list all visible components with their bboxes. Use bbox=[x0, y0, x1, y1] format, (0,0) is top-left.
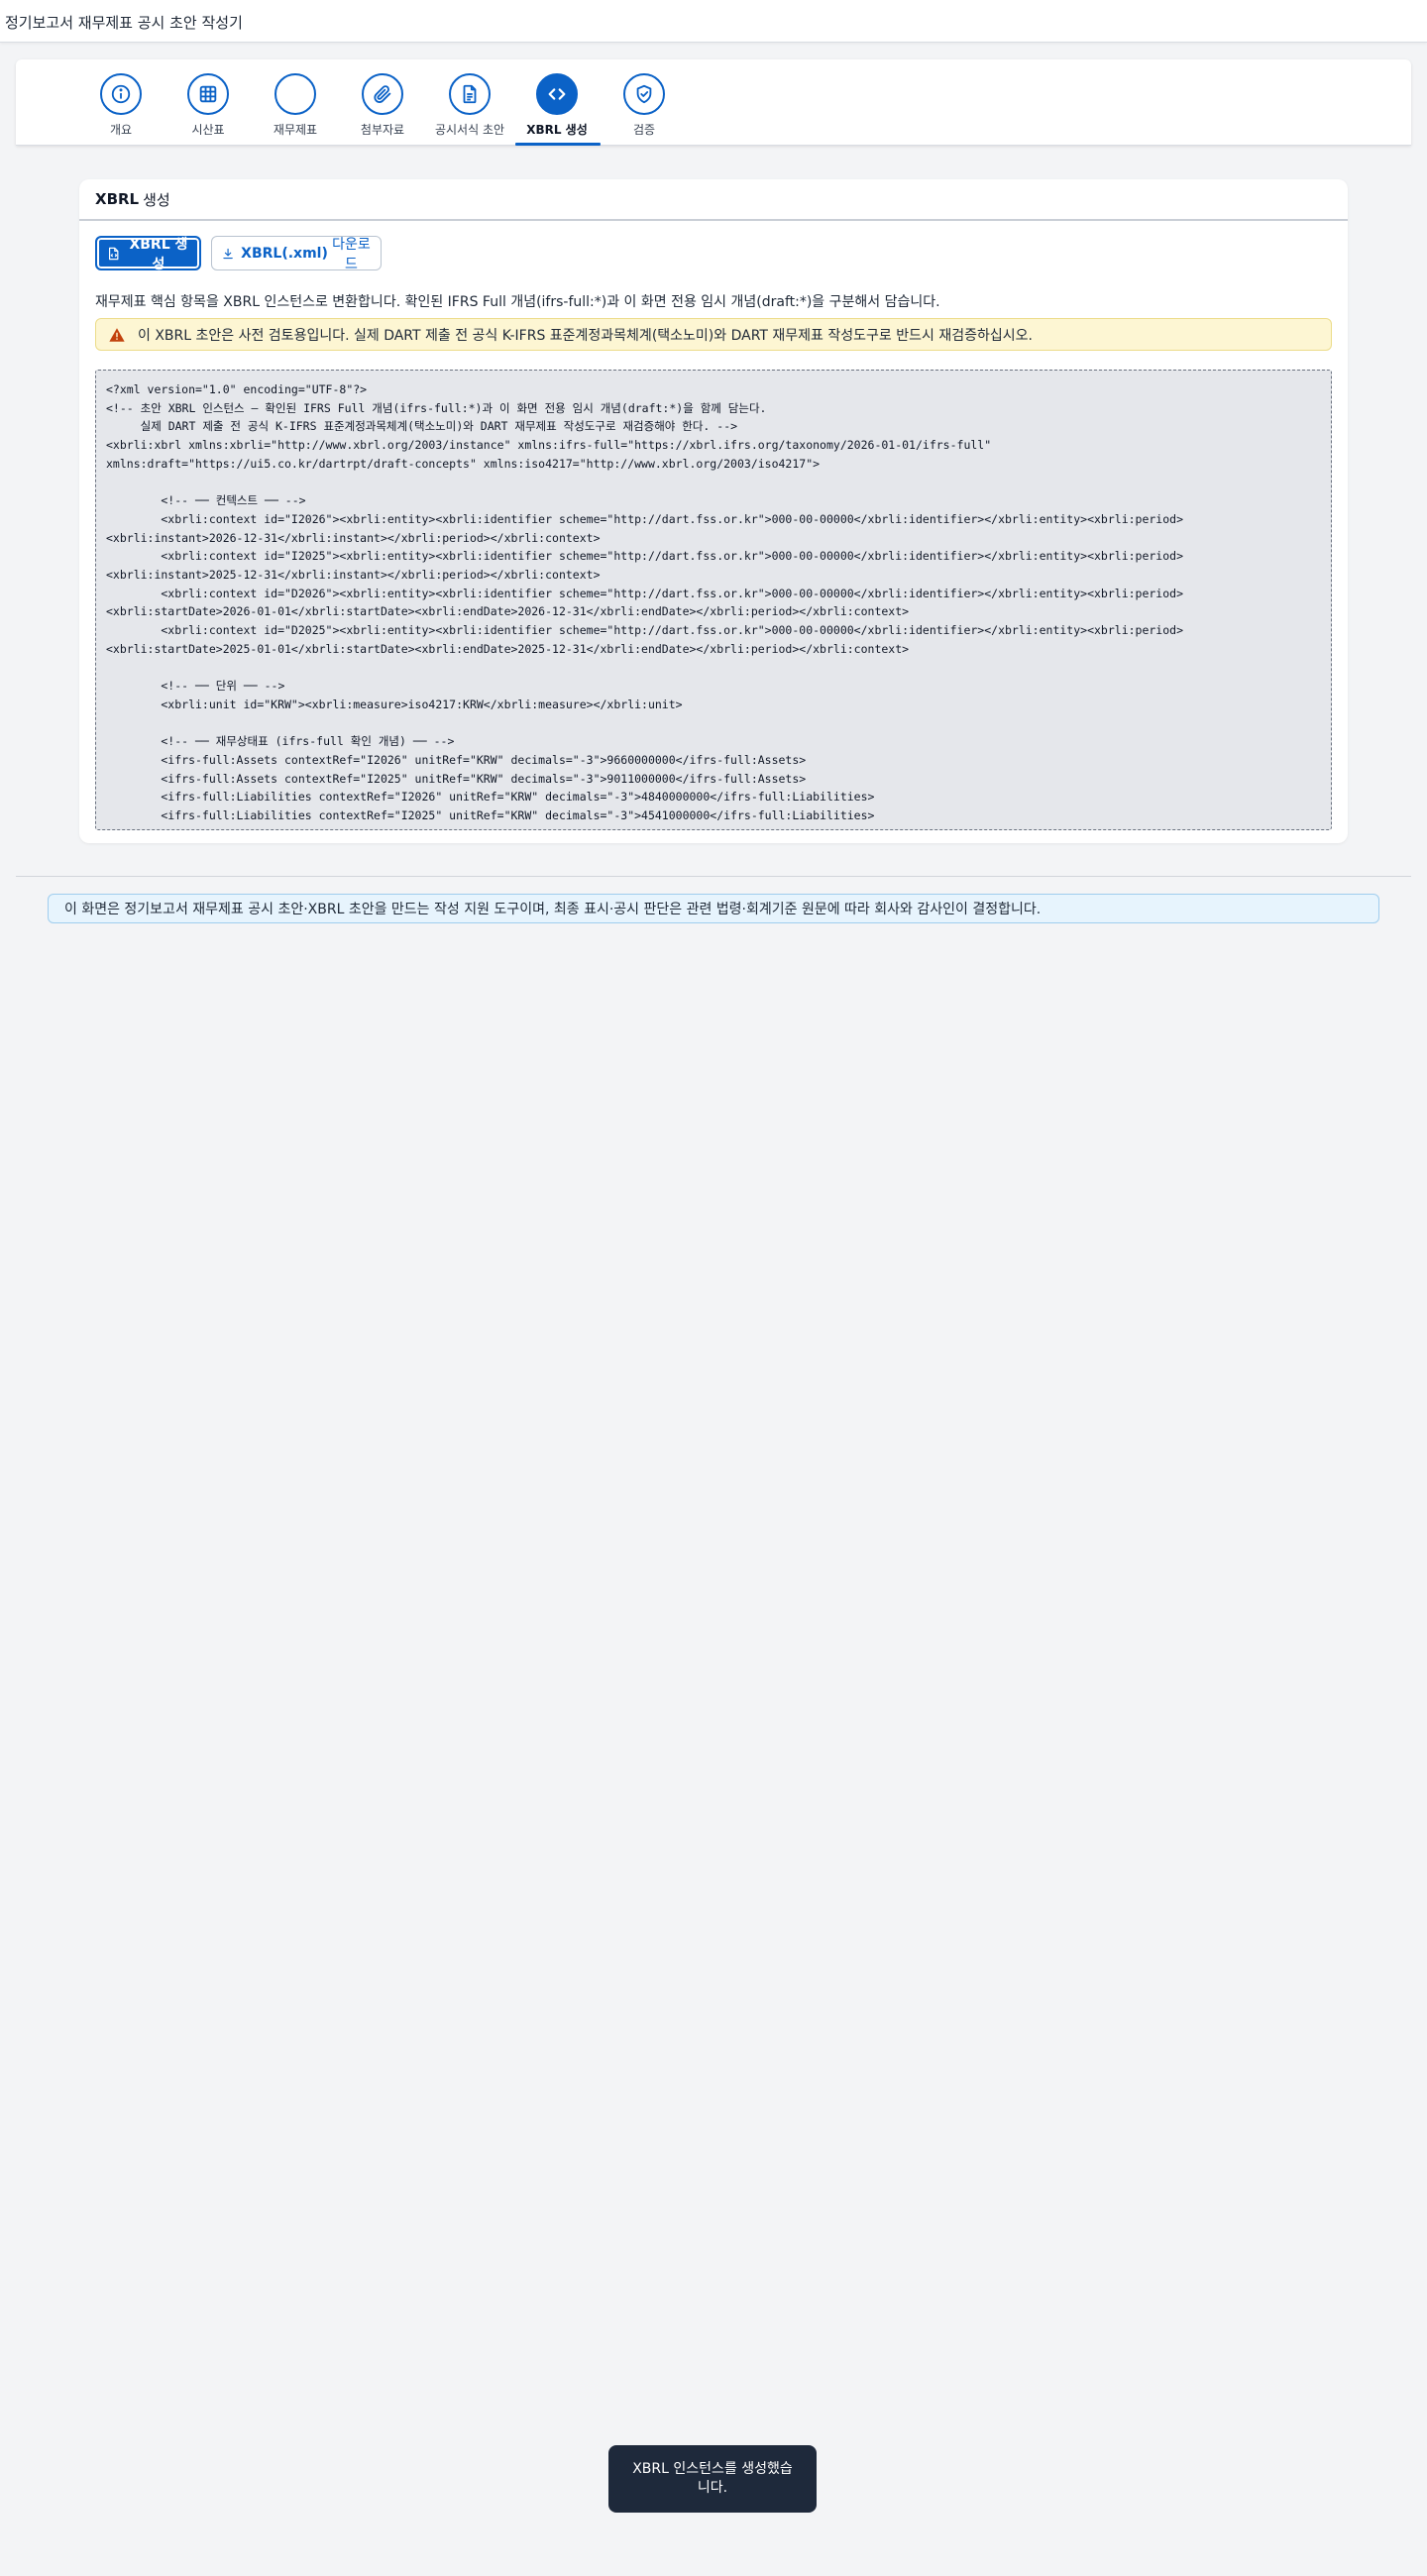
step-label: 시산표 bbox=[191, 123, 225, 137]
footer-notice: 이 화면은 정기보고서 재무제표 공시 초안·XBRL 초안을 만드는 작성 지… bbox=[48, 894, 1379, 923]
info-icon bbox=[100, 73, 142, 115]
footer-notice-text: 이 화면은 정기보고서 재무제표 공시 초안·XBRL 초안을 만드는 작성 지… bbox=[64, 902, 1042, 917]
warning-icon bbox=[109, 327, 125, 342]
action-buttons: XBRL 생성 XBRL(.xml) 다운로드 bbox=[95, 236, 382, 272]
step-financial-statements[interactable]: 재무제표 bbox=[252, 73, 339, 138]
download-xbrl-label-bold: XBRL(.xml) bbox=[241, 245, 328, 262]
step-label: 공시서식 초안 bbox=[434, 123, 505, 137]
footer-divider bbox=[16, 876, 1411, 877]
warning-text: 이 XBRL 초안은 사전 검토용입니다. 실제 DART 제출 전 공식 K-… bbox=[138, 327, 1033, 344]
xbrl-output[interactable]: <?xml version="1.0" encoding="UTF-8"?> <… bbox=[95, 370, 1332, 830]
download-xbrl-label-rest: 다운로드 bbox=[332, 236, 371, 272]
step-label: 검증 bbox=[632, 123, 656, 137]
step-disclosure-draft[interactable]: 공시서식 초안 bbox=[426, 73, 513, 138]
panel-title: XBRL 생성 bbox=[79, 179, 1348, 221]
blank-icon bbox=[274, 73, 316, 115]
app-title: 정기보고서 재무제표 공시 초안 작성기 bbox=[5, 14, 243, 32]
step-overview[interactable]: 개요 bbox=[77, 73, 165, 138]
generate-xbrl-label: XBRL 생성 bbox=[129, 236, 188, 272]
file-code-icon bbox=[108, 247, 119, 260]
grid-icon bbox=[187, 73, 229, 115]
app-header: 정기보고서 재무제표 공시 초안 작성기 bbox=[0, 0, 1427, 43]
active-step-indicator bbox=[515, 143, 601, 146]
step-xbrl[interactable]: XBRL 생성 bbox=[513, 73, 601, 138]
code-icon bbox=[536, 73, 578, 115]
download-icon bbox=[223, 248, 233, 259]
download-xbrl-button[interactable]: XBRL(.xml) 다운로드 bbox=[211, 236, 382, 272]
generate-xbrl-button[interactable]: XBRL 생성 bbox=[95, 236, 201, 272]
step-label: 개요 bbox=[109, 123, 133, 137]
step-label: XBRL 생성 bbox=[526, 123, 588, 137]
step-label: 첨부자료 bbox=[360, 123, 405, 137]
toast-message: XBRL 인스턴스를 생성했습니다. bbox=[608, 2445, 817, 2513]
paperclip-icon bbox=[362, 73, 403, 115]
panel-title-rest: 생성 bbox=[143, 190, 170, 209]
step-attachments[interactable]: 첨부자료 bbox=[339, 73, 426, 138]
step-validation[interactable]: 검증 bbox=[601, 73, 688, 138]
xbrl-code: <?xml version="1.0" encoding="UTF-8"?> <… bbox=[106, 382, 1184, 829]
step-navigation: 개요 시산표 재무제표 첨부자료 공시서식 초안 XBRL 생성 검증 bbox=[16, 59, 1411, 146]
xbrl-panel: XBRL 생성 XBRL 생성 XBRL(.xml) 다운로드 재무제표 핵심 … bbox=[79, 179, 1348, 843]
panel-title-bold: XBRL bbox=[95, 190, 140, 208]
document-icon bbox=[449, 73, 491, 115]
step-trial-balance[interactable]: 시산표 bbox=[165, 73, 252, 138]
xbrl-description: 재무제표 핵심 항목을 XBRL 인스턴스로 변환합니다. 확인된 IFRS F… bbox=[95, 294, 940, 310]
step-label: 재무제표 bbox=[273, 123, 318, 137]
review-warning: 이 XBRL 초안은 사전 검토용입니다. 실제 DART 제출 전 공식 K-… bbox=[95, 318, 1332, 351]
shield-check-icon bbox=[623, 73, 665, 115]
